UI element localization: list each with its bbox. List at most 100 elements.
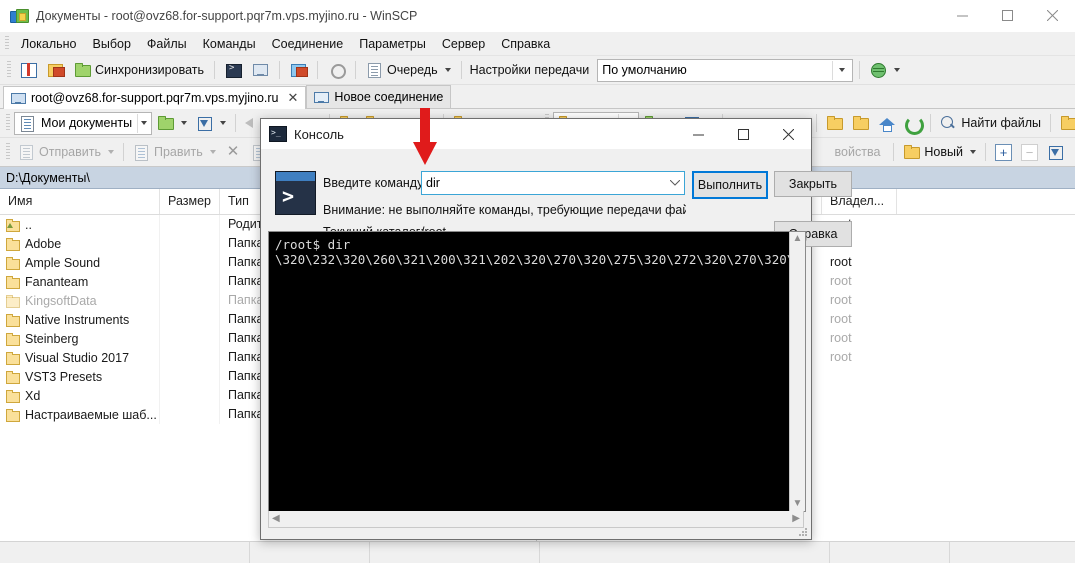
console-dialog-title: Консоль bbox=[294, 126, 344, 142]
file-name-cell[interactable]: Xd bbox=[0, 386, 160, 405]
file-name-cell[interactable]: VST3 Presets bbox=[0, 367, 160, 386]
file-name-cell[interactable]: Fananteam bbox=[0, 272, 160, 291]
remote-parent-dir-button[interactable] bbox=[822, 111, 847, 135]
console-horizontal-scrollbar[interactable]: ◀ ▶ bbox=[268, 511, 804, 528]
session-tab-active[interactable]: root@ovz68.for-support.pqr7m.vps.myjino.… bbox=[3, 86, 307, 109]
folder-icon bbox=[6, 294, 20, 308]
remote-col-rest[interactable] bbox=[897, 189, 1075, 214]
owner-cell: root bbox=[830, 350, 852, 364]
remote-root-dir-button[interactable] bbox=[848, 111, 873, 135]
console-warning-text: Внимание: не выполняйте команды, требующ… bbox=[323, 203, 686, 217]
file-name: Настраиваемые шаб... bbox=[25, 407, 157, 422]
session-tab-close-icon[interactable]: ✕ bbox=[288, 90, 299, 106]
menu-options[interactable]: Параметры bbox=[351, 35, 434, 53]
selection-filter-button[interactable] bbox=[1043, 140, 1068, 164]
local-col-name[interactable]: Имя bbox=[0, 189, 160, 214]
winscp-logo-icon bbox=[10, 7, 29, 24]
globe-chevron-down-icon[interactable] bbox=[894, 68, 901, 72]
menu-local[interactable]: Локально bbox=[13, 35, 85, 53]
console-dialog[interactable]: Консоль > Введите команду Вни bbox=[260, 118, 852, 540]
file-name-cell[interactable]: .. bbox=[0, 215, 160, 234]
scroll-right-icon[interactable]: ▶ bbox=[792, 512, 800, 526]
console-maximize-icon[interactable] bbox=[721, 119, 766, 149]
new-button[interactable]: Новый bbox=[899, 140, 980, 164]
select-less-button[interactable]: − bbox=[1017, 140, 1042, 164]
close-icon[interactable] bbox=[1030, 0, 1075, 31]
menu-connection[interactable]: Соединение bbox=[264, 35, 352, 53]
console-minimize-icon[interactable] bbox=[676, 119, 721, 149]
command-chevron-down-icon[interactable] bbox=[666, 173, 684, 193]
file-name-cell[interactable]: Ample Sound bbox=[0, 253, 160, 272]
find-files-button[interactable]: Найти файлы bbox=[936, 111, 1045, 135]
local-drive-chevron-down-icon[interactable] bbox=[137, 113, 148, 133]
menu-server[interactable]: Сервер bbox=[434, 35, 493, 53]
scroll-left-icon[interactable]: ◀ bbox=[272, 512, 280, 526]
scroll-down-icon[interactable]: ▼ bbox=[793, 497, 803, 511]
status-remote-sel-cell bbox=[830, 542, 950, 563]
sync-browsing-button[interactable] bbox=[43, 58, 68, 82]
local-filter-button[interactable] bbox=[192, 111, 230, 135]
maximize-icon[interactable] bbox=[985, 0, 1030, 31]
minimize-icon[interactable] bbox=[940, 0, 985, 31]
send-chevron-down-icon[interactable] bbox=[107, 150, 114, 154]
delete-button[interactable]: ✕ bbox=[221, 140, 246, 164]
edit-chevron-down-icon[interactable] bbox=[209, 150, 216, 154]
queue-button[interactable]: Очередь bbox=[362, 58, 455, 82]
synchronize-button[interactable]: Синхронизировать bbox=[70, 58, 208, 82]
menu-select[interactable]: Выбор bbox=[85, 35, 139, 53]
remote-refresh-button[interactable] bbox=[900, 111, 925, 135]
console-dialog-controls bbox=[676, 119, 811, 149]
preferences-button[interactable] bbox=[324, 58, 349, 82]
file-name-cell[interactable]: Visual Studio 2017 bbox=[0, 348, 160, 367]
console-output-area[interactable]: /root$ dir \320\232\320\260\321\200\321\… bbox=[268, 231, 806, 512]
transfer-settings-extra-button[interactable] bbox=[866, 58, 904, 82]
command-combobox[interactable] bbox=[421, 171, 685, 195]
execute-button[interactable]: Выполнить bbox=[692, 171, 768, 199]
file-name-cell[interactable]: Настраиваемые шаб... bbox=[0, 405, 160, 424]
remote-new-dir-button[interactable] bbox=[1056, 111, 1075, 135]
toolbar-separator-1 bbox=[213, 61, 215, 79]
command-bar-grip bbox=[6, 143, 10, 161]
open-session-button[interactable] bbox=[248, 58, 273, 82]
select-more-button[interactable]: + bbox=[991, 140, 1016, 164]
transfer-preset-chevron-down-icon[interactable] bbox=[832, 60, 848, 80]
file-name-cell[interactable]: Native Instruments bbox=[0, 310, 160, 329]
console-close-icon[interactable] bbox=[766, 119, 811, 149]
local-open-dir-chevron-down-icon[interactable] bbox=[181, 121, 187, 125]
menu-commands[interactable]: Команды bbox=[195, 35, 264, 53]
session-tab-strip: root@ovz68.for-support.pqr7m.vps.myjino.… bbox=[0, 85, 1075, 109]
menu-help[interactable]: Справка bbox=[493, 35, 558, 53]
send-button[interactable]: Отправить bbox=[14, 140, 118, 164]
command-input[interactable] bbox=[422, 172, 666, 194]
file-name: Steinberg bbox=[25, 331, 79, 346]
new-session-tab[interactable]: Новое соединение bbox=[306, 85, 452, 108]
transfer-preset-select[interactable]: По умолчанию bbox=[597, 58, 854, 82]
remote-root-folder-icon bbox=[852, 115, 870, 131]
local-drive-select[interactable]: Мои документы bbox=[14, 111, 152, 135]
scroll-up-icon[interactable]: ▲ bbox=[793, 232, 803, 246]
file-size-cell bbox=[160, 215, 220, 234]
my-documents-icon bbox=[19, 115, 36, 132]
remote-home-button[interactable] bbox=[874, 111, 899, 135]
local-col-size[interactable]: Размер bbox=[160, 189, 220, 214]
new-chevron-down-icon[interactable] bbox=[970, 150, 976, 154]
console-vertical-scrollbar[interactable]: ▲ ▼ bbox=[789, 232, 805, 511]
split-view-button[interactable] bbox=[16, 58, 41, 82]
edit-button[interactable]: Править bbox=[129, 140, 220, 164]
remote-toolbar-separator-3 bbox=[930, 114, 932, 132]
toolbar-separator-5 bbox=[460, 61, 462, 79]
local-filter-chevron-down-icon[interactable] bbox=[220, 121, 226, 125]
file-name-cell[interactable]: Adobe bbox=[0, 234, 160, 253]
local-open-dir-button[interactable] bbox=[153, 111, 191, 135]
queue-chevron-down-icon[interactable] bbox=[444, 68, 451, 72]
open-terminal-button[interactable] bbox=[221, 58, 246, 82]
resize-grip[interactable] bbox=[798, 527, 808, 537]
menu-bar: Локально Выбор Файлы Команды Соединение … bbox=[0, 32, 1075, 56]
keep-remote-dir-button[interactable] bbox=[286, 58, 311, 82]
local-toolbar-separator-1 bbox=[235, 114, 236, 132]
close-button[interactable]: Закрыть bbox=[774, 171, 852, 197]
menu-files[interactable]: Файлы bbox=[139, 35, 195, 53]
file-name-cell[interactable]: KingsoftData bbox=[0, 291, 160, 310]
file-name-cell[interactable]: Steinberg bbox=[0, 329, 160, 348]
folder-icon bbox=[6, 351, 20, 365]
